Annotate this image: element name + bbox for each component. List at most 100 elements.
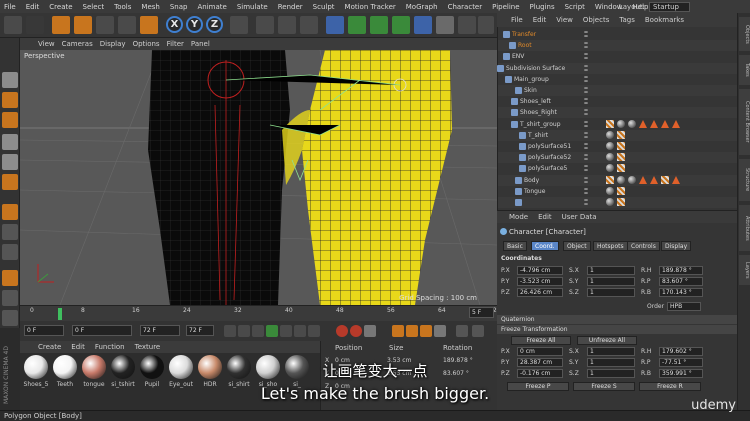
key-position-icon[interactable] — [392, 325, 404, 337]
menu-mograph[interactable]: MoGraph — [406, 3, 438, 11]
menu-select[interactable]: Select — [83, 3, 105, 11]
ik-tag-icon[interactable] — [650, 119, 658, 128]
tab-object[interactable]: Object — [563, 241, 591, 251]
rotate-tool-icon[interactable] — [118, 16, 136, 34]
order-dropdown[interactable]: HPB — [667, 302, 701, 311]
texture-tag-icon[interactable] — [661, 175, 669, 184]
visibility-dots-icon[interactable] — [584, 120, 589, 128]
menu-mesh[interactable]: Mesh — [141, 3, 159, 11]
goto-start-icon[interactable] — [224, 325, 236, 337]
ik-tag-icon[interactable] — [672, 119, 680, 128]
timeline-end-field[interactable]: 5 F — [469, 307, 494, 318]
object-menu-view[interactable]: View — [556, 16, 573, 24]
material-menu-edit[interactable]: Edit — [71, 343, 85, 351]
object-row[interactable]: Body — [498, 174, 738, 186]
next-key-icon[interactable] — [294, 325, 306, 337]
key-pla-icon[interactable] — [456, 325, 468, 337]
ik-tag-icon[interactable] — [672, 175, 680, 184]
tweak-mode-icon[interactable] — [2, 224, 18, 240]
object-menu-bookmarks[interactable]: Bookmarks — [645, 16, 684, 24]
object-menu-tags[interactable]: Tags — [619, 16, 635, 24]
axis-mode-icon[interactable] — [2, 204, 18, 220]
deformer-icon[interactable] — [414, 16, 432, 34]
menu-file[interactable]: File — [4, 3, 16, 11]
cube-primitive-icon[interactable] — [326, 16, 344, 34]
material-tag-icon[interactable] — [628, 175, 636, 184]
visibility-dots-icon[interactable] — [584, 53, 589, 60]
visibility-dots-icon[interactable] — [584, 87, 589, 94]
menu-character[interactable]: Character — [448, 3, 483, 11]
render-view-icon[interactable] — [256, 16, 274, 34]
edges-mode-icon[interactable] — [2, 154, 18, 170]
material-menu-function[interactable]: Function — [95, 343, 125, 351]
visibility-dots-icon[interactable] — [584, 176, 589, 184]
visibility-dots-icon[interactable] — [584, 42, 589, 49]
render-picture-viewer-icon[interactable] — [278, 16, 296, 34]
texture-tag-icon[interactable] — [617, 164, 625, 173]
material-tag-icon[interactable] — [606, 130, 614, 139]
viewport-menu-display[interactable]: Display — [100, 40, 126, 48]
menu-render[interactable]: Render — [278, 3, 303, 11]
side-tab-takes[interactable]: Takes — [739, 55, 750, 85]
object-name[interactable]: T_shirt_group — [520, 119, 561, 130]
object-row[interactable]: Skin — [498, 85, 738, 96]
object-menu-objects[interactable]: Objects — [583, 16, 609, 24]
side-tab-structure[interactable]: Structure — [739, 159, 750, 201]
object-name[interactable]: Subdivision Surface — [506, 63, 565, 74]
tab-basic[interactable]: Basic — [503, 241, 527, 251]
min-frame-field[interactable]: 0 F — [72, 325, 132, 336]
attr-menu-mode[interactable]: Mode — [509, 213, 528, 221]
scale-field[interactable]: 1 — [587, 277, 635, 286]
tab-coord[interactable]: Coord. — [531, 241, 559, 251]
object-row[interactable]: ENV — [498, 51, 738, 62]
position-field[interactable]: -4.796 cm — [517, 266, 563, 275]
texture-tag-icon[interactable] — [606, 119, 614, 128]
layout-dropdown[interactable]: Startup — [649, 1, 690, 12]
viewport-menu-options[interactable]: Options — [133, 40, 160, 48]
preview-max-field[interactable]: 72 F — [186, 325, 214, 336]
object-row[interactable]: Main_group — [498, 74, 738, 85]
rotation-field[interactable]: 189.878 ° — [659, 266, 703, 275]
side-tab-layers[interactable]: Layers — [739, 255, 750, 285]
visibility-dots-icon[interactable] — [584, 143, 589, 150]
lock-workplane-icon[interactable] — [2, 290, 18, 306]
visibility-dots-icon[interactable] — [584, 31, 589, 38]
object-name[interactable]: Main_group — [514, 74, 549, 85]
object-name[interactable]: Body — [524, 175, 539, 186]
object-name[interactable]: Root — [518, 40, 532, 51]
visibility-dots-icon[interactable] — [584, 75, 589, 83]
record-key-icon[interactable] — [336, 325, 348, 337]
freeze-all-button[interactable]: Freeze All — [511, 336, 571, 345]
object-row[interactable]: Transfer — [498, 29, 738, 40]
scale-field[interactable]: 1 — [587, 288, 635, 297]
snapping-icon[interactable] — [2, 244, 18, 260]
menu-create[interactable]: Create — [49, 3, 72, 11]
visibility-dots-icon[interactable] — [584, 109, 589, 116]
tab-hotspots[interactable]: Hotspots — [593, 241, 628, 251]
viewport-menu-view[interactable]: View — [38, 40, 55, 48]
texture-tag-icon[interactable] — [606, 175, 614, 184]
menu-snap[interactable]: Snap — [170, 3, 188, 11]
menu-animate[interactable]: Animate — [197, 3, 226, 11]
tab-display[interactable]: Display — [661, 241, 692, 251]
ik-tag-icon[interactable] — [650, 175, 658, 184]
autokey-icon[interactable] — [350, 325, 362, 337]
object-row[interactable]: Tongue — [498, 186, 738, 197]
side-tab-content-browser[interactable]: Content Browser — [739, 89, 750, 155]
live-selection-icon[interactable] — [52, 16, 70, 34]
position-field[interactable]: 26.426 cm — [517, 288, 563, 297]
texture-tag-icon[interactable] — [617, 186, 625, 195]
quaternion-section[interactable]: Quaternion — [497, 315, 737, 324]
render-settings-icon[interactable] — [300, 16, 318, 34]
object-row[interactable]: polySurface5 — [498, 163, 738, 174]
object-row[interactable]: Shoes_Right — [498, 107, 738, 119]
menu-script[interactable]: Script — [565, 3, 585, 11]
menu-motion-tracker[interactable]: Motion Tracker — [345, 3, 396, 11]
key-parameter-icon[interactable] — [434, 325, 446, 337]
object-row[interactable]: Shoes_left — [498, 96, 738, 107]
make-editable-icon[interactable] — [2, 72, 18, 88]
viewport-menu-cameras[interactable]: Cameras — [62, 40, 93, 48]
object-row[interactable]: Root — [498, 40, 738, 52]
ik-tag-icon[interactable] — [639, 119, 647, 128]
recent-tool-icon[interactable] — [140, 16, 158, 34]
